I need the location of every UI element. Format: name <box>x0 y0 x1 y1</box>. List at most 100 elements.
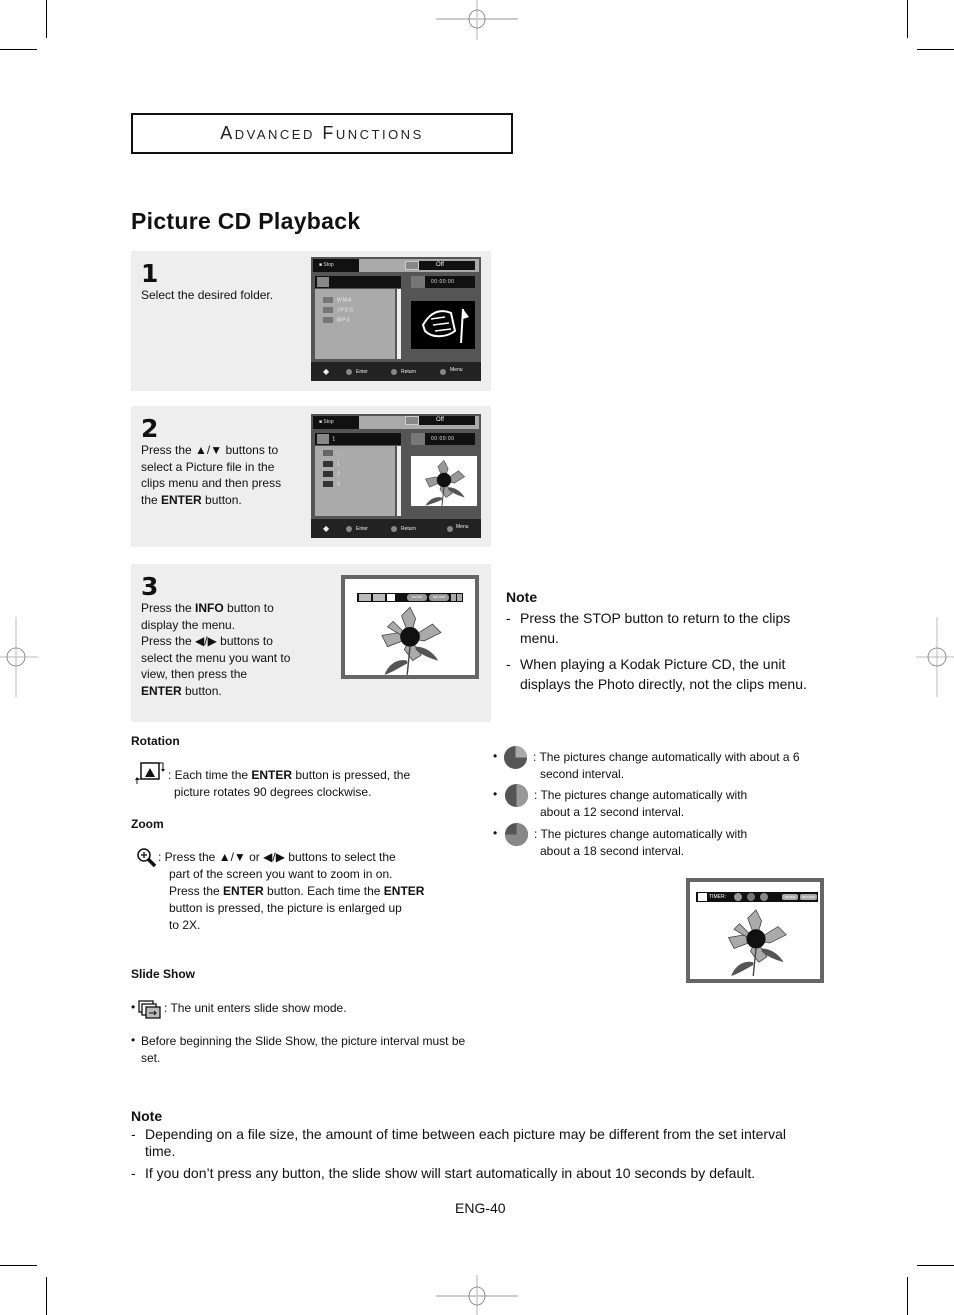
return-button[interactable]: RETURN <box>429 594 449 601</box>
crop-mark <box>907 0 908 38</box>
rotation-icon[interactable] <box>359 594 371 601</box>
flower-preview-image <box>411 456 477 506</box>
interval-text: : The pictures change automatically with… <box>534 827 748 858</box>
enter-button[interactable]: ENTER <box>782 894 798 900</box>
timer-12s-option[interactable] <box>747 893 755 901</box>
enter-dot-icon <box>346 369 352 375</box>
slideshow-title: Slide Show <box>131 967 196 981</box>
list-item[interactable]: 3 <box>323 481 341 487</box>
clock-icon <box>411 276 425 288</box>
osd-file-list: ... 1 2 3 <box>315 446 395 516</box>
step-number: 2 <box>141 414 159 443</box>
timer-6s-icon[interactable] <box>503 745 528 770</box>
registration-mark-bottom <box>436 1275 518 1315</box>
crop-mark <box>46 0 47 38</box>
crop-mark <box>46 1277 47 1315</box>
return-label: Return <box>401 526 417 532</box>
interval-text: : The pictures change automatically with… <box>533 750 800 781</box>
slideshow-icon[interactable] <box>387 594 395 601</box>
folder-icon <box>323 307 333 313</box>
slideshow-text: : The unit enters slide show mode. <box>164 1001 347 1015</box>
menu-label: Menu <box>450 367 463 373</box>
bullet: • <box>493 826 498 840</box>
note-item: - Press the STOP button to return to the… <box>506 610 791 646</box>
menu-dot-icon <box>447 526 453 532</box>
step-number: 3 <box>141 572 159 601</box>
registration-mark-right <box>916 617 954 697</box>
jpeg-file-icon <box>323 471 333 477</box>
osd-folder-header: 1 <box>315 433 401 445</box>
clock-icon <box>411 433 425 445</box>
enter-button[interactable]: ENTER <box>407 594 427 601</box>
note-title: Note <box>131 1108 163 1124</box>
timer-bar: TIMER: ENTER RETURN <box>696 892 818 902</box>
flower-icon <box>425 459 466 506</box>
zoom-title: Zoom <box>131 817 164 831</box>
registration-mark-top <box>436 0 518 40</box>
step-text: Select the desired folder. <box>141 288 274 302</box>
list-item[interactable]: MP3 <box>323 317 350 323</box>
timer-label: TIMER: <box>709 894 726 900</box>
timer-12s-icon[interactable] <box>504 783 529 808</box>
rotation-icon <box>135 762 165 784</box>
list-item[interactable]: WMA <box>323 297 352 303</box>
step-number: 1 <box>141 259 159 288</box>
step-1-panel: 1 Select the desired folder. ■ Stop Off … <box>131 251 491 391</box>
list-item[interactable]: JPEG <box>323 307 354 313</box>
timer-6s-option[interactable] <box>734 893 742 901</box>
menu-dot-icon <box>440 369 446 375</box>
flower-image <box>727 909 787 977</box>
step-text: Press the ▲/▼ buttons to select a Pictur… <box>141 443 282 507</box>
osd-status: ■ Stop <box>313 416 365 429</box>
info-menu-screen: ENTER RETURN <box>341 575 479 679</box>
crop-mark <box>0 49 37 50</box>
bullet: • <box>493 749 498 763</box>
bullet: • <box>131 1000 136 1014</box>
note-item: - Depending on a file size, the amount o… <box>131 1126 786 1159</box>
list-item[interactable]: 2 <box>323 471 341 477</box>
slideshow-mode-icon <box>698 893 707 901</box>
speaker-icon <box>317 434 329 444</box>
scrollbar[interactable] <box>397 446 401 516</box>
return-label: Return <box>401 369 417 375</box>
back-arrow-icon <box>323 450 333 456</box>
step-2-panel: 2 Press the ▲/▼ buttons to select a Pict… <box>131 406 491 547</box>
zoom-magnifier-icon <box>137 848 157 868</box>
folder-icon <box>323 297 333 303</box>
osd-screen-files: ■ Stop Off 1 ... 1 2 3 00:00:00 ◆ Enter … <box>311 414 481 538</box>
dpad-icon: ◆ <box>323 524 330 533</box>
return-button[interactable]: RETURN <box>800 894 817 900</box>
flower-image <box>381 606 442 675</box>
jpeg-file-icon <box>323 481 333 487</box>
enter-label: Enter <box>356 369 368 375</box>
crop-mark <box>0 1265 37 1266</box>
page-title: Picture CD Playback <box>131 208 361 234</box>
osd-screen-folders: ■ Stop Off WMA JPEG MP3 00:00:00 ◆ Enter… <box>311 257 481 381</box>
enter-label: Enter <box>356 526 368 532</box>
prev-icon[interactable] <box>451 594 456 601</box>
osd-button-bar: ◆ Enter Return Menu <box>311 362 481 381</box>
timer-18s-option[interactable] <box>760 893 768 901</box>
zoom-text: : Press the ▲/▼ or ◀/▶ buttons to select… <box>158 850 425 932</box>
list-item[interactable]: 1 <box>323 461 341 467</box>
crop-mark <box>917 1265 954 1266</box>
note-item: - When playing a Kodak Picture CD, the u… <box>506 656 807 692</box>
next-icon[interactable] <box>457 594 462 601</box>
note-title: Note <box>506 589 538 605</box>
repeat-icon <box>405 416 419 425</box>
section-header: Advanced Functions <box>131 113 513 154</box>
step-3-panel: 3 Press the INFO button to display the m… <box>131 564 491 722</box>
osd-folder-header <box>315 276 401 288</box>
return-dot-icon <box>391 526 397 532</box>
slideshow-interval-text: Before beginning the Slide Show, the pic… <box>141 1034 466 1065</box>
zoom-icon[interactable] <box>373 594 385 601</box>
list-item-parent[interactable]: ... <box>323 450 344 456</box>
timer-18s-icon[interactable] <box>504 822 529 847</box>
osd-folder-list: WMA JPEG MP3 <box>315 289 395 359</box>
repeat-icon <box>405 261 419 270</box>
music-preview-image <box>411 301 475 349</box>
note-item: - If you don’t press any button, the sli… <box>131 1165 756 1181</box>
bullet: • <box>131 1033 136 1047</box>
enter-dot-icon <box>346 526 352 532</box>
scrollbar[interactable] <box>397 289 401 359</box>
